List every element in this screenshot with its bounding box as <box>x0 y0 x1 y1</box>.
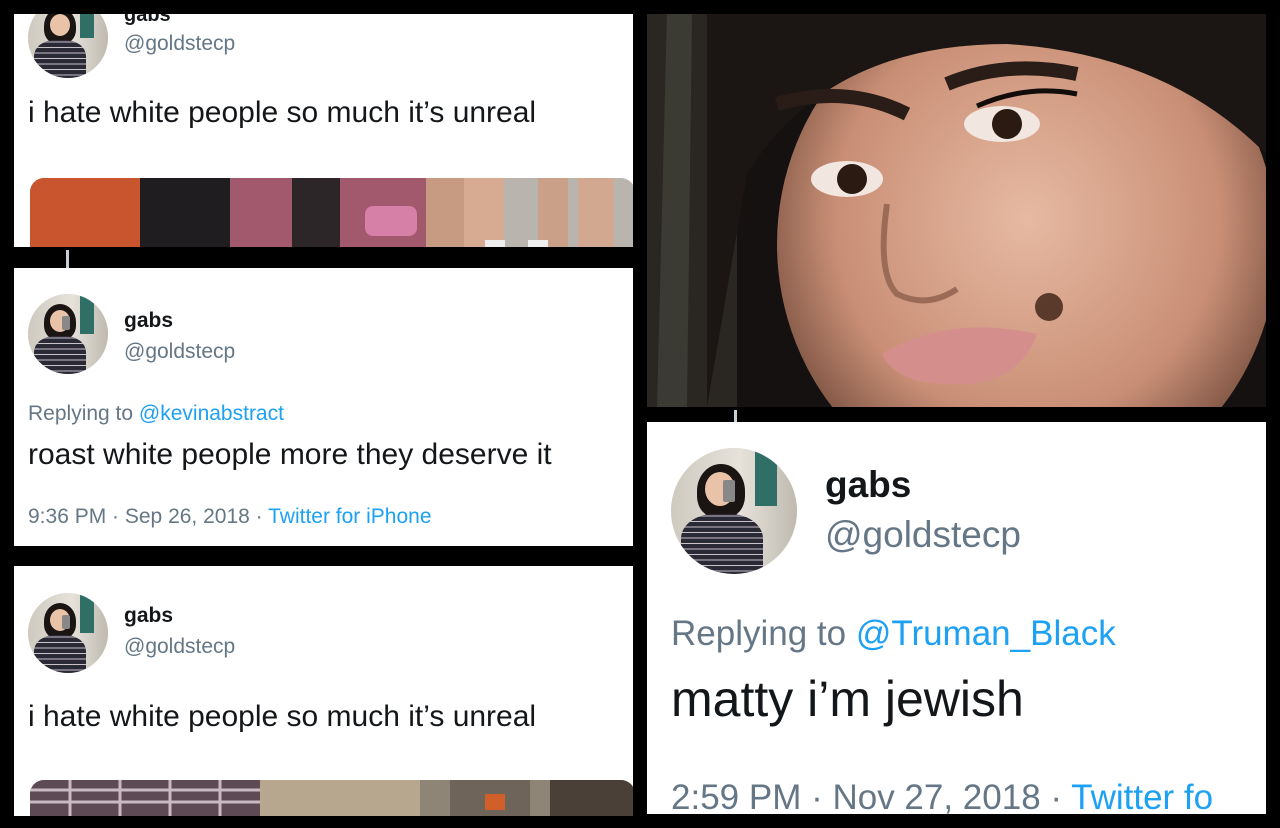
display-name[interactable]: gabs <box>825 464 911 506</box>
tweet-card-2: gabs @goldstecp Replying to @kevinabstra… <box>14 268 633 546</box>
thread-line <box>734 410 737 422</box>
tweet-text: i hate white people so much it’s unreal <box>28 96 537 129</box>
tweet-card-1: gabs @goldstecp i hate white people so m… <box>14 14 633 247</box>
avatar[interactable] <box>28 593 108 673</box>
tweet-card-4: gabs @goldstecp Replying to @Truman_Blac… <box>647 422 1266 814</box>
user-handle[interactable]: @goldstecp <box>124 635 235 659</box>
replying-prefix: Replying to <box>28 402 139 425</box>
timestamp[interactable]: 2:59 PM · Nov 27, 2018 · <box>671 778 1071 814</box>
replying-to: Replying to @kevinabstract <box>28 402 284 426</box>
avatar[interactable] <box>28 294 108 374</box>
tweet-meta: 9:36 PM · Sep 26, 2018 · Twitter for iPh… <box>28 505 432 529</box>
avatar[interactable] <box>28 14 108 78</box>
source-link[interactable]: Twitter for iPhone <box>268 505 431 528</box>
outdoor-photo <box>30 780 633 816</box>
tweet-text: roast white people more they deserve it <box>28 438 552 471</box>
display-name[interactable]: gabs <box>124 604 173 628</box>
source-link[interactable]: Twitter fo <box>1071 778 1213 814</box>
thread-line <box>66 250 69 268</box>
user-handle[interactable]: @goldstecp <box>124 32 235 56</box>
timestamp[interactable]: 9:36 PM · Sep 26, 2018 · <box>28 505 268 528</box>
tweet-meta: 2:59 PM · Nov 27, 2018 · Twitter fo <box>671 778 1213 814</box>
display-name[interactable]: gabs <box>124 309 173 333</box>
selfie-image <box>647 14 1266 407</box>
selfie-photo <box>647 14 1266 407</box>
tweet-card-3: gabs @goldstecp i hate white people so m… <box>14 566 633 816</box>
tweet-media[interactable] <box>30 178 633 247</box>
avatar[interactable] <box>671 448 797 574</box>
crowd-photo <box>30 178 633 247</box>
tweet-text: i hate white people so much it’s unreal <box>28 700 537 733</box>
replying-prefix: Replying to <box>671 614 856 653</box>
tweet-media[interactable] <box>30 780 633 816</box>
reply-mention-link[interactable]: @Truman_Black <box>856 614 1116 653</box>
replying-to: Replying to @Truman_Black <box>671 614 1116 654</box>
reply-mention-link[interactable]: @kevinabstract <box>139 402 284 425</box>
tweet-text: matty i’m jewish <box>671 671 1024 727</box>
user-handle[interactable]: @goldstecp <box>825 514 1021 556</box>
user-handle[interactable]: @goldstecp <box>124 340 235 364</box>
display-name[interactable]: gabs <box>124 14 171 27</box>
